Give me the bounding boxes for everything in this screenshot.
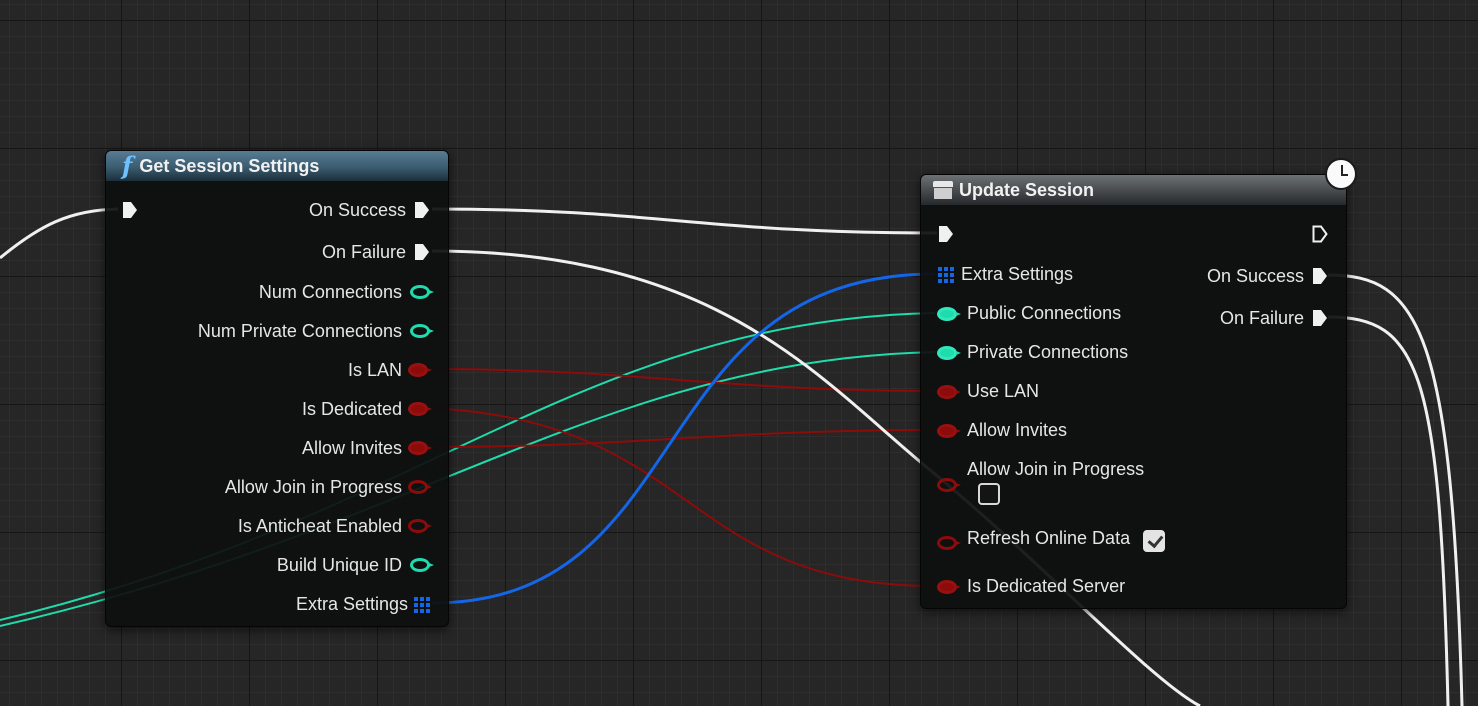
bool-wire-allow-invites[interactable] <box>427 429 936 448</box>
extra-settings-struct-pin[interactable] <box>414 597 430 613</box>
input-label-is-dedicated-server: Is Dedicated Server <box>967 576 1126 596</box>
get-session-settings-node[interactable]: f Get Session Settings On Success On Fai… <box>105 150 449 627</box>
refresh-online-data-checkbox[interactable] <box>1143 530 1165 552</box>
allow-invites-pin[interactable] <box>408 441 432 455</box>
exec-input-pin[interactable] <box>938 225 954 243</box>
on-failure-exec-pin[interactable] <box>414 243 430 261</box>
output-label-num-private-connections: Num Private Connections <box>197 321 402 341</box>
is-dedicated-server-pin[interactable] <box>937 580 961 594</box>
on-success-exec-pin[interactable] <box>414 201 430 219</box>
is-dedicated-pin[interactable] <box>408 402 432 416</box>
allow-join-in-progress-pin[interactable] <box>408 480 432 494</box>
build-unique-id-pin[interactable] <box>410 558 434 572</box>
public-connections-pin[interactable] <box>937 307 961 321</box>
is-anticheat-enabled-pin[interactable] <box>408 519 432 533</box>
get-session-settings-header[interactable]: f Get Session Settings <box>106 151 448 181</box>
async-box-icon <box>933 181 953 199</box>
clock-icon <box>1325 158 1357 190</box>
update-session-node[interactable]: Update Session Extra Settings Public Con… <box>920 174 1347 609</box>
bool-wire-use-lan[interactable] <box>427 368 936 392</box>
get-session-settings-title: Get Session Settings <box>139 155 320 176</box>
allow-join-in-progress-checkbox[interactable] <box>978 483 1000 505</box>
output-label-allow-join-in-progress: Allow Join in Progress <box>224 477 402 497</box>
use-lan-pin[interactable] <box>937 385 961 399</box>
output-label-num-connections: Num Connections <box>258 282 402 302</box>
output-label-on-failure: On Failure <box>1219 308 1304 328</box>
output-label-allow-invites: Allow Invites <box>301 438 402 458</box>
output-label-extra-settings: Extra Settings <box>295 594 408 614</box>
output-label-is-lan: Is LAN <box>347 360 402 380</box>
update-session-header[interactable]: Update Session <box>921 175 1346 205</box>
refresh-online-data-pin[interactable] <box>937 536 961 550</box>
input-label-allow-join-in-progress: Allow Join in Progress <box>967 459 1145 479</box>
function-icon: f <box>122 151 133 180</box>
bool-wire-is-dedicated-server[interactable] <box>427 407 936 587</box>
input-label-public-connections: Public Connections <box>967 303 1122 323</box>
private-connections-pin[interactable] <box>937 346 961 360</box>
exec-wire-in[interactable] <box>0 207 119 260</box>
exec-output-pin[interactable] <box>1312 225 1328 243</box>
input-label-refresh-online-data: Refresh Online Data <box>967 528 1131 548</box>
num-connections-pin[interactable] <box>410 285 434 299</box>
output-label-on-failure: On Failure <box>321 242 406 262</box>
allow-invites-pin[interactable] <box>937 424 961 438</box>
input-label-use-lan: Use LAN <box>967 381 1040 401</box>
on-success-exec-pin[interactable] <box>1312 267 1328 285</box>
output-label-build-unique-id: Build Unique ID <box>276 555 402 575</box>
input-label-allow-invites: Allow Invites <box>967 420 1068 440</box>
input-label-extra-settings: Extra Settings <box>961 264 1074 284</box>
output-label-is-anticheat-enabled: Is Anticheat Enabled <box>237 516 402 536</box>
input-label-private-connections: Private Connections <box>967 342 1129 362</box>
output-label-on-success: On Success <box>308 200 406 220</box>
output-label-on-success: On Success <box>1206 266 1304 286</box>
exec-wire-on-success[interactable] <box>431 207 938 235</box>
is-lan-pin[interactable] <box>408 363 432 377</box>
extra-settings-struct-pin[interactable] <box>938 267 954 283</box>
num-private-connections-pin[interactable] <box>410 324 434 338</box>
allow-join-in-progress-pin[interactable] <box>937 478 961 492</box>
update-session-title: Update Session <box>959 179 1095 200</box>
output-label-is-dedicated: Is Dedicated <box>301 399 402 419</box>
on-failure-exec-pin[interactable] <box>1312 309 1328 327</box>
exec-input-pin[interactable] <box>122 201 138 219</box>
